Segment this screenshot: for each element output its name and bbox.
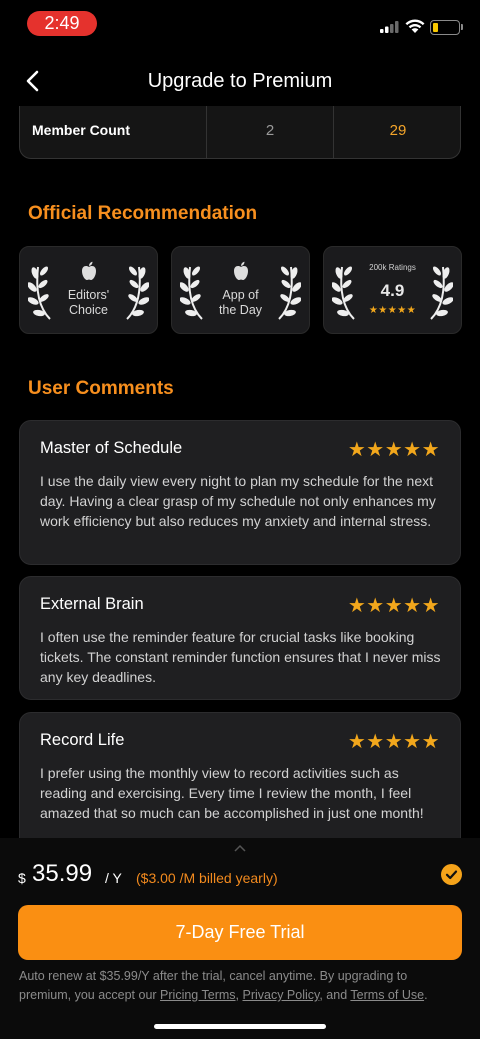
laurel-right-icon [430, 266, 453, 320]
scroll-content[interactable]: Member Count 2 29 Official Recommendatio… [0, 106, 480, 838]
page-title: Upgrade to Premium [147, 70, 333, 92]
privacy-policy-link[interactable]: Privacy Policy [242, 988, 319, 1002]
comment-card: Master of Schedule ★★★★★ I use the daily… [19, 420, 461, 565]
comment-body: I often use the reminder feature for cru… [40, 629, 441, 685]
terms-of-use-link[interactable]: Terms of Use [350, 988, 424, 1002]
plan-selected-checkmark[interactable] [441, 864, 462, 885]
apple-logo-icon [82, 261, 96, 280]
comment-title: Record Life [40, 731, 125, 749]
comment-card: External Brain ★★★★★ I often use the rem… [19, 576, 461, 700]
pricing-terms-link[interactable]: Pricing Terms [160, 988, 235, 1002]
app-of-the-day-badge: App of the Day [171, 246, 310, 334]
chevron-up-icon[interactable] [233, 844, 247, 852]
comment-stars: ★★★★★ [347, 439, 440, 461]
status-time: 2:49 [27, 11, 97, 36]
badge-text: Editors' Choice [67, 288, 110, 317]
comment-body: I prefer using the monthly view to recor… [40, 765, 424, 821]
member-count-free-value: 2 [206, 106, 334, 159]
apple-logo-icon [234, 261, 248, 280]
checkmark-icon [445, 870, 458, 880]
home-indicator [154, 1024, 326, 1029]
price-currency: $ [18, 870, 26, 886]
wifi-icon [405, 19, 425, 33]
cellular-signal-icon [380, 21, 399, 33]
free-trial-button[interactable]: 7-Day Free Trial [18, 905, 462, 960]
battery-icon [430, 20, 460, 35]
comment-card: Record Life ★★★★★ I prefer using the mon… [19, 712, 461, 838]
ratings-badge: 200k Ratings 4.9 ★★★★★ [323, 246, 462, 334]
comment-stars: ★★★★★ [347, 595, 440, 617]
editors-choice-badge: Editors' Choice [19, 246, 158, 334]
legal-text: Auto renew at $35.99/Y after the trial, … [19, 969, 428, 1002]
comparison-row-member-count: Member Count 2 29 [19, 106, 461, 159]
member-count-premium-value: 29 [389, 122, 407, 139]
price-unit: / Y [105, 870, 122, 886]
badge-text: App of the Day [218, 288, 263, 317]
status-bar: 2:49 [0, 0, 480, 48]
comment-stars: ★★★★★ [347, 731, 440, 753]
member-count-label: Member Count [32, 122, 130, 138]
monthly-price-note: ($3.00 /M billed yearly) [136, 870, 278, 886]
comment-title: Master of Schedule [40, 439, 183, 457]
official-recommendation-heading: Official Recommendation [28, 203, 258, 224]
comment-title: External Brain [40, 595, 144, 613]
purchase-panel: $ 35.99 / Y ($3.00 /M billed yearly) 7-D… [0, 838, 480, 1039]
nav-bar: Upgrade to Premium [0, 56, 480, 106]
comment-body: I use the daily view every night to plan… [40, 473, 436, 529]
price-amount: 35.99 [32, 860, 93, 887]
user-comments-heading: User Comments [28, 378, 174, 399]
